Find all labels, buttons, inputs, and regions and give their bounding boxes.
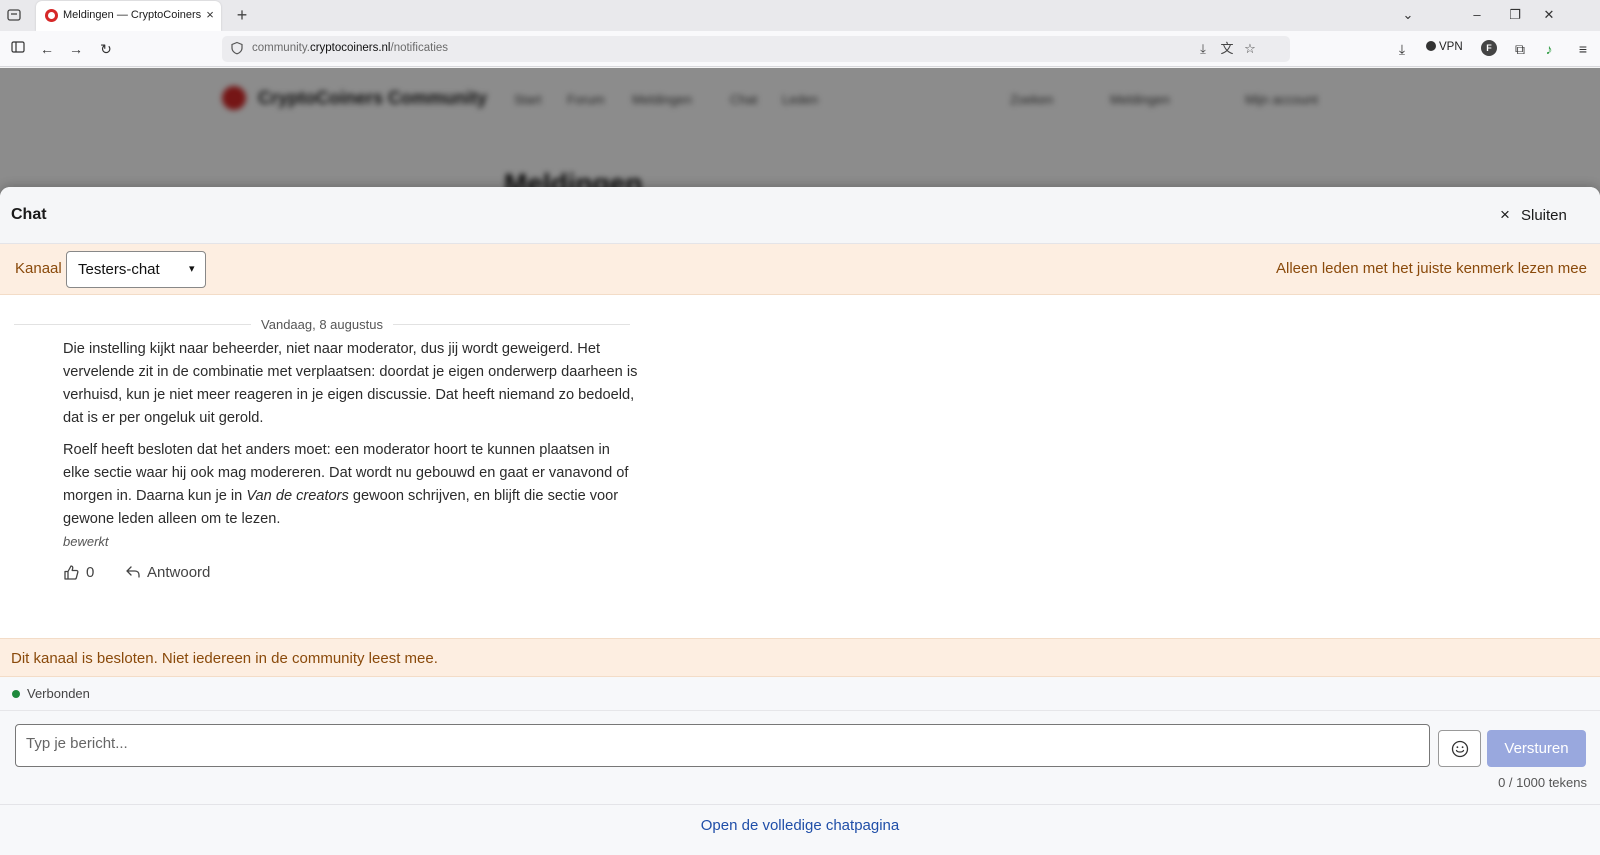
private-channel-notice-text: Dit kanaal is besloten. Niet iedereen in… bbox=[11, 650, 438, 667]
connection-status-text: Verbonden bbox=[27, 686, 90, 701]
browser-nav-bar: ← → ↻ community.cryptocoiners.nl/notific… bbox=[0, 31, 1600, 67]
menu-hamburger-icon[interactable]: ≡ bbox=[1573, 39, 1593, 59]
emoji-smiley-icon bbox=[1451, 740, 1469, 758]
date-separator-text: Vandaag, 8 augustus bbox=[251, 317, 393, 332]
media-note-icon[interactable]: ♪ bbox=[1539, 39, 1559, 59]
downloads-icon[interactable]: ⤓ bbox=[1392, 39, 1412, 59]
site-security-icon[interactable] bbox=[230, 41, 246, 57]
browser-tab-active[interactable]: Meldingen — CryptoCoiners Co × bbox=[36, 1, 221, 31]
connection-status: Verbonden bbox=[0, 677, 1600, 711]
chat-header: Chat × Sluiten bbox=[0, 187, 1600, 244]
bookmark-star-icon[interactable]: ☆ bbox=[1241, 40, 1259, 58]
install-page-icon[interactable]: ⤓ bbox=[1194, 40, 1212, 58]
private-channel-notice: Dit kanaal is besloten. Niet iedereen in… bbox=[0, 638, 1600, 677]
forward-arrow-icon[interactable]: → bbox=[66, 39, 86, 59]
message-paragraph: Die instelling kijkt naar beheerder, nie… bbox=[63, 341, 638, 426]
url-text: community.cryptocoiners.nl/notificaties bbox=[252, 42, 449, 54]
message-paragraph: Roelf heeft besloten dat het anders moet… bbox=[63, 442, 629, 527]
date-separator: Vandaag, 8 augustus bbox=[14, 316, 630, 334]
vpn-button[interactable]: VPN bbox=[1426, 41, 1463, 53]
channel-select-value: Testers-chat bbox=[78, 261, 160, 278]
tab-overflow-chevron-icon[interactable]: ⌄ bbox=[1396, 5, 1420, 25]
full-chat-link-bar: Open de volledige chatpagina bbox=[0, 804, 1600, 855]
channel-label: Kanaal bbox=[15, 260, 62, 277]
message-input[interactable] bbox=[15, 724, 1430, 767]
edited-label: bewerkt bbox=[63, 534, 109, 549]
profile-avatar[interactable]: F bbox=[1481, 40, 1497, 56]
channel-visibility-note: Alleen leden met het juiste kenmerk leze… bbox=[1275, 260, 1587, 277]
close-window-icon[interactable]: ✕ bbox=[1537, 5, 1561, 25]
new-tab-button[interactable]: + bbox=[232, 5, 252, 25]
open-full-chat-link[interactable]: Open de volledige chatpagina bbox=[0, 817, 1600, 834]
chevron-down-icon: ▾ bbox=[189, 263, 195, 275]
character-counter: 0 / 1000 tekens bbox=[1498, 775, 1587, 790]
close-icon: × bbox=[1500, 205, 1510, 224]
like-count: 0 bbox=[86, 564, 95, 581]
channel-select[interactable]: Testers-chat ▾ bbox=[66, 251, 206, 288]
restore-window-icon[interactable]: ❐ bbox=[1503, 5, 1527, 25]
like-button[interactable]: 0 bbox=[63, 561, 94, 585]
browser-tab-bar: Meldingen — CryptoCoiners Co × + ⌄ – ❐ ✕ bbox=[0, 0, 1600, 31]
tab-title: Meldingen — CryptoCoiners Co bbox=[63, 9, 203, 21]
message-composer: Versturen 0 / 1000 tekens bbox=[0, 711, 1600, 804]
chat-message: Die instelling kijkt naar beheerder, nie… bbox=[63, 338, 638, 540]
online-status-icon bbox=[12, 690, 20, 698]
reply-arrow-icon bbox=[126, 566, 140, 578]
tab-close-icon[interactable]: × bbox=[202, 7, 218, 23]
extensions-icon[interactable]: ⧉ bbox=[1510, 39, 1530, 59]
translate-icon[interactable]: 文 bbox=[1218, 40, 1236, 58]
back-arrow-icon[interactable]: ← bbox=[37, 39, 57, 59]
site-favicon-icon bbox=[45, 9, 58, 22]
vpn-icon bbox=[1426, 41, 1436, 51]
minimize-window-icon[interactable]: – bbox=[1465, 5, 1489, 25]
reload-icon[interactable]: ↻ bbox=[96, 39, 116, 59]
thumbs-up-icon bbox=[64, 565, 79, 580]
emoji-button[interactable] bbox=[1438, 730, 1481, 767]
chat-title: Chat bbox=[11, 206, 47, 223]
close-chat-button[interactable]: × Sluiten bbox=[1500, 203, 1567, 227]
message-list[interactable]: Vandaag, 8 augustus Die instelling kijkt… bbox=[0, 295, 1600, 638]
address-bar[interactable]: community.cryptocoiners.nl/notificaties … bbox=[222, 36, 1290, 62]
chat-panel: Chat × Sluiten Kanaal Testers-chat ▾ Alle… bbox=[0, 187, 1600, 855]
channel-bar: Kanaal Testers-chat ▾ Alleen leden met h… bbox=[0, 244, 1600, 295]
send-button[interactable]: Versturen bbox=[1487, 730, 1586, 767]
sidebar-toggle-icon[interactable] bbox=[8, 39, 28, 59]
tab-list-icon[interactable] bbox=[6, 7, 24, 25]
reply-button[interactable]: Antwoord bbox=[125, 561, 210, 585]
